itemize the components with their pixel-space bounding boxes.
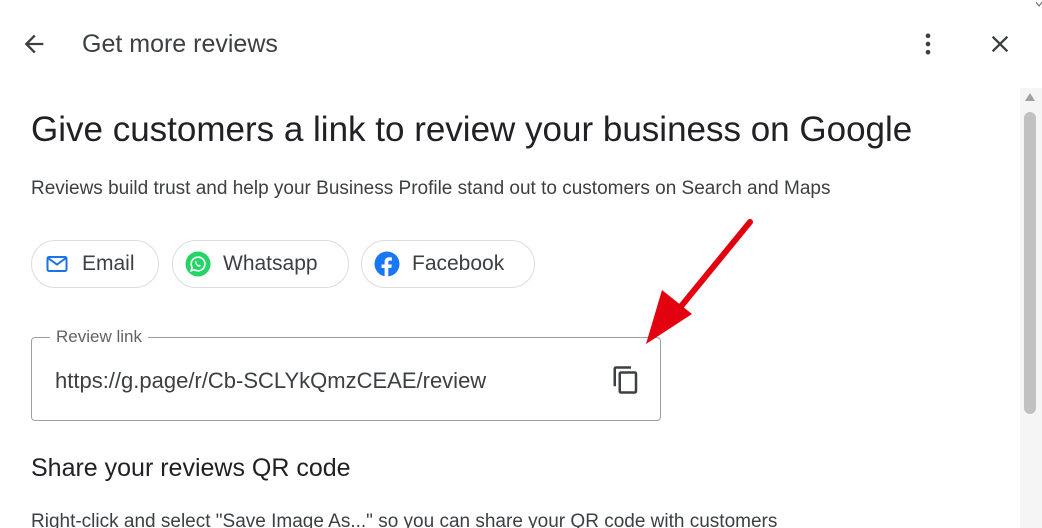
arrow-back-icon <box>24 34 44 54</box>
facebook-icon <box>374 251 400 277</box>
dialog-title: Get more reviews <box>82 30 278 58</box>
corner-chevron-icon <box>1036 1 1042 7</box>
qr-section-description: Right-click and select "Save Image As...… <box>31 511 778 528</box>
more-options-button[interactable] <box>908 24 948 64</box>
qr-section-title: Share your reviews QR code <box>31 454 351 482</box>
facebook-share-label: Facebook <box>412 252 505 275</box>
scrollbar-thumb[interactable] <box>1024 112 1036 414</box>
email-share-button[interactable]: Email <box>31 240 159 288</box>
page-subtitle: Reviews build trust and help your Busine… <box>31 178 831 199</box>
page-title: Give customers a link to review your bus… <box>31 110 913 149</box>
copy-icon <box>613 366 638 394</box>
email-share-label: Email <box>82 252 135 275</box>
copy-link-button[interactable] <box>606 360 646 400</box>
mail-icon <box>44 251 70 277</box>
dialog-header: Get more reviews <box>0 0 1042 88</box>
whatsapp-share-label: Whatsapp <box>223 252 318 275</box>
close-icon <box>991 35 1009 53</box>
review-link-input[interactable] <box>55 367 595 395</box>
review-link-field: Review link <box>31 327 661 421</box>
get-more-reviews-dialog: Get more reviews Give customers a link t… <box>0 0 1042 528</box>
red-arrow-annotation <box>646 219 753 344</box>
close-button[interactable] <box>980 24 1020 64</box>
back-button[interactable] <box>14 24 54 64</box>
review-link-label: Review link <box>50 327 148 347</box>
whatsapp-share-button[interactable]: Whatsapp <box>172 240 349 288</box>
scroll-up-arrow-icon[interactable] <box>1024 92 1036 102</box>
more-vert-icon <box>925 33 931 55</box>
facebook-share-button[interactable]: Facebook <box>361 240 535 288</box>
whatsapp-icon <box>185 251 211 277</box>
